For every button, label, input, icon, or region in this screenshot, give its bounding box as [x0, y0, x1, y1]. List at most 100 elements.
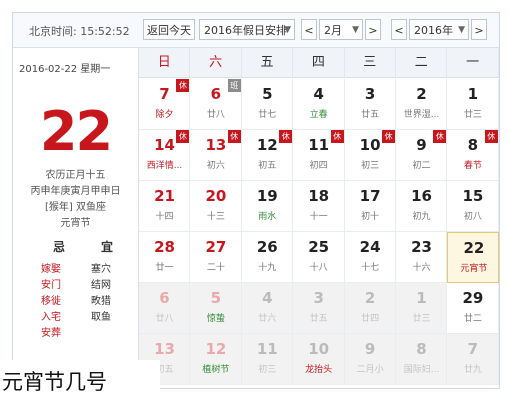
weekday-header-cell: 六	[190, 48, 242, 78]
day-lunar-label: 十六	[412, 263, 431, 273]
yi-item: 塞穴	[91, 264, 111, 275]
day-cell[interactable]: 8 春节休	[447, 130, 499, 181]
prev-year-button[interactable]: <	[391, 19, 407, 40]
festival-name: 元宵节	[60, 218, 91, 229]
month-select-value: 2月	[324, 24, 342, 37]
holiday-select[interactable]: 2016年假日安排 ▼	[199, 19, 295, 40]
weekday-header-cell: 五	[241, 48, 294, 78]
day-detail-panel: 2016-02-22 星期一 22 农历正月十五 丙申年庚寅月甲申日 [猴年] …	[13, 48, 139, 388]
day-cell[interactable]: 29 廿二	[447, 283, 499, 334]
day-cell[interactable]: 3 廿五	[293, 283, 345, 334]
day-cell[interactable]: 21 十四	[139, 181, 191, 232]
day-cell[interactable]: 10 龙抬头	[293, 334, 345, 385]
day-lunar-label: 十九	[258, 263, 277, 273]
holiday-badge: 休	[330, 130, 344, 143]
day-lunar-label: 初三	[258, 365, 277, 375]
day-lunar-label: 廿八	[206, 110, 225, 120]
ji-item: 移徙	[41, 296, 61, 307]
day-cell[interactable]: 19 雨水	[241, 181, 294, 232]
day-cell[interactable]: 22 元宵节	[447, 232, 499, 283]
day-lunar-label: 初八	[463, 212, 482, 222]
day-cell[interactable]: 1 廿三	[447, 79, 499, 130]
month-select[interactable]: 2月 ▼	[319, 19, 363, 40]
next-month-button[interactable]: >	[365, 19, 381, 40]
day-cell[interactable]: 9 初二休	[396, 130, 448, 181]
day-number: 10	[308, 340, 330, 358]
weekday-header: 日六五四三二一	[139, 48, 499, 78]
chevron-down-icon: ▼	[458, 25, 465, 35]
day-cell[interactable]: 6 廿八班	[190, 79, 242, 130]
day-cell[interactable]: 2 世界湿...	[396, 79, 448, 130]
yi-list: 塞穴 结网 畋猎 取鱼	[91, 262, 111, 326]
day-cell[interactable]: 1 廿三	[396, 283, 448, 334]
day-cell[interactable]: 18 十一	[293, 181, 345, 232]
day-cell[interactable]: 20 十三	[190, 181, 242, 232]
day-number: 15	[462, 187, 484, 205]
day-number: 8	[416, 340, 427, 358]
back-to-today-button[interactable]: 返回今天	[143, 19, 195, 40]
day-cell[interactable]: 10 初三休	[344, 130, 396, 181]
year-select[interactable]: 2016年 ▼	[409, 19, 469, 40]
day-cell[interactable]: 3 廿五	[344, 79, 396, 130]
day-cell[interactable]: 4 立春	[293, 79, 345, 130]
day-cell[interactable]: 27 二十	[190, 232, 242, 283]
day-cell[interactable]: 5 廿七	[241, 79, 294, 130]
weekday-header-cell: 二	[396, 48, 448, 78]
holiday-badge: 休	[381, 130, 395, 143]
day-cell[interactable]: 8 国际妇...	[396, 334, 448, 385]
ji-item: 嫁娶	[41, 264, 61, 275]
day-cell[interactable]: 24 十七	[344, 232, 396, 283]
day-cell[interactable]: 6 廿八	[139, 283, 191, 334]
day-cell[interactable]: 11 初四休	[293, 130, 345, 181]
holiday-select-value: 2016年假日安排	[204, 24, 287, 37]
day-lunar-label: 廿七	[258, 110, 277, 120]
selected-date: 2016-02-22 星期一	[19, 64, 111, 75]
day-lunar-label: 二月小	[356, 365, 384, 375]
day-cell[interactable]: 11 初三	[241, 334, 294, 385]
prev-month-button[interactable]: <	[301, 19, 317, 40]
day-cell[interactable]: 17 初十	[344, 181, 396, 232]
holiday-badge: 休	[227, 130, 241, 143]
day-lunar-label: 初二	[412, 161, 431, 171]
day-cell[interactable]: 15 初八	[447, 181, 499, 232]
day-cell[interactable]: 23 十六	[396, 232, 448, 283]
caption: 元宵节几号	[0, 360, 160, 400]
day-number: 3	[364, 85, 376, 103]
day-number: 11	[256, 340, 278, 358]
day-cell[interactable]: 4 廿六	[241, 283, 294, 334]
day-number: 23	[411, 238, 432, 256]
day-lunar-label: 植树节	[202, 365, 230, 375]
day-lunar-label: 廿九	[463, 365, 482, 375]
day-cell[interactable]: 26 十九	[241, 232, 294, 283]
day-cell[interactable]: 12 植树节	[190, 334, 242, 385]
day-cell[interactable]: 5 惊蛰	[190, 283, 242, 334]
selected-day-number: 22	[39, 100, 113, 163]
next-year-button[interactable]: >	[471, 19, 487, 40]
day-number: 18	[308, 187, 330, 205]
day-cell[interactable]: 12 初五休	[241, 130, 294, 181]
day-cell[interactable]: 14 西洋情... 休	[139, 130, 191, 181]
day-lunar-label: 国际妇...	[403, 365, 440, 375]
day-cell[interactable]: 16 初九	[396, 181, 448, 232]
day-cell[interactable]: 7 除夕休	[139, 79, 191, 130]
day-cell[interactable]: 9 二月小	[344, 334, 396, 385]
day-number: 28	[154, 238, 175, 256]
day-cell[interactable]: 7 廿九	[447, 334, 499, 385]
ji-item: 安葬	[41, 328, 61, 339]
day-cell[interactable]: 25 十八	[293, 232, 345, 283]
day-cell[interactable]: 28 廿一	[139, 232, 191, 283]
workday-badge: 班	[227, 79, 241, 92]
year-select-value: 2016年	[414, 24, 453, 37]
day-lunar-label: 廿五	[361, 110, 380, 120]
day-lunar-label: 除夕	[155, 110, 174, 120]
beijing-time: 北京时间: 15:52:52	[29, 25, 130, 38]
weekday-header-cell: 一	[447, 48, 499, 78]
chevron-down-icon: ▼	[284, 25, 291, 35]
calendar-widget: 北京时间: 15:52:52 返回今天 2016年假日安排 ▼ < 2月 ▼ >…	[12, 12, 500, 389]
day-number: 13	[154, 340, 175, 358]
day-number: 3	[313, 289, 324, 307]
day-cell[interactable]: 13 初六休	[190, 130, 242, 181]
day-number: 4	[262, 289, 273, 307]
day-cell[interactable]: 2 廿四	[344, 283, 396, 334]
day-lunar-label: 龙抬头	[305, 365, 333, 375]
